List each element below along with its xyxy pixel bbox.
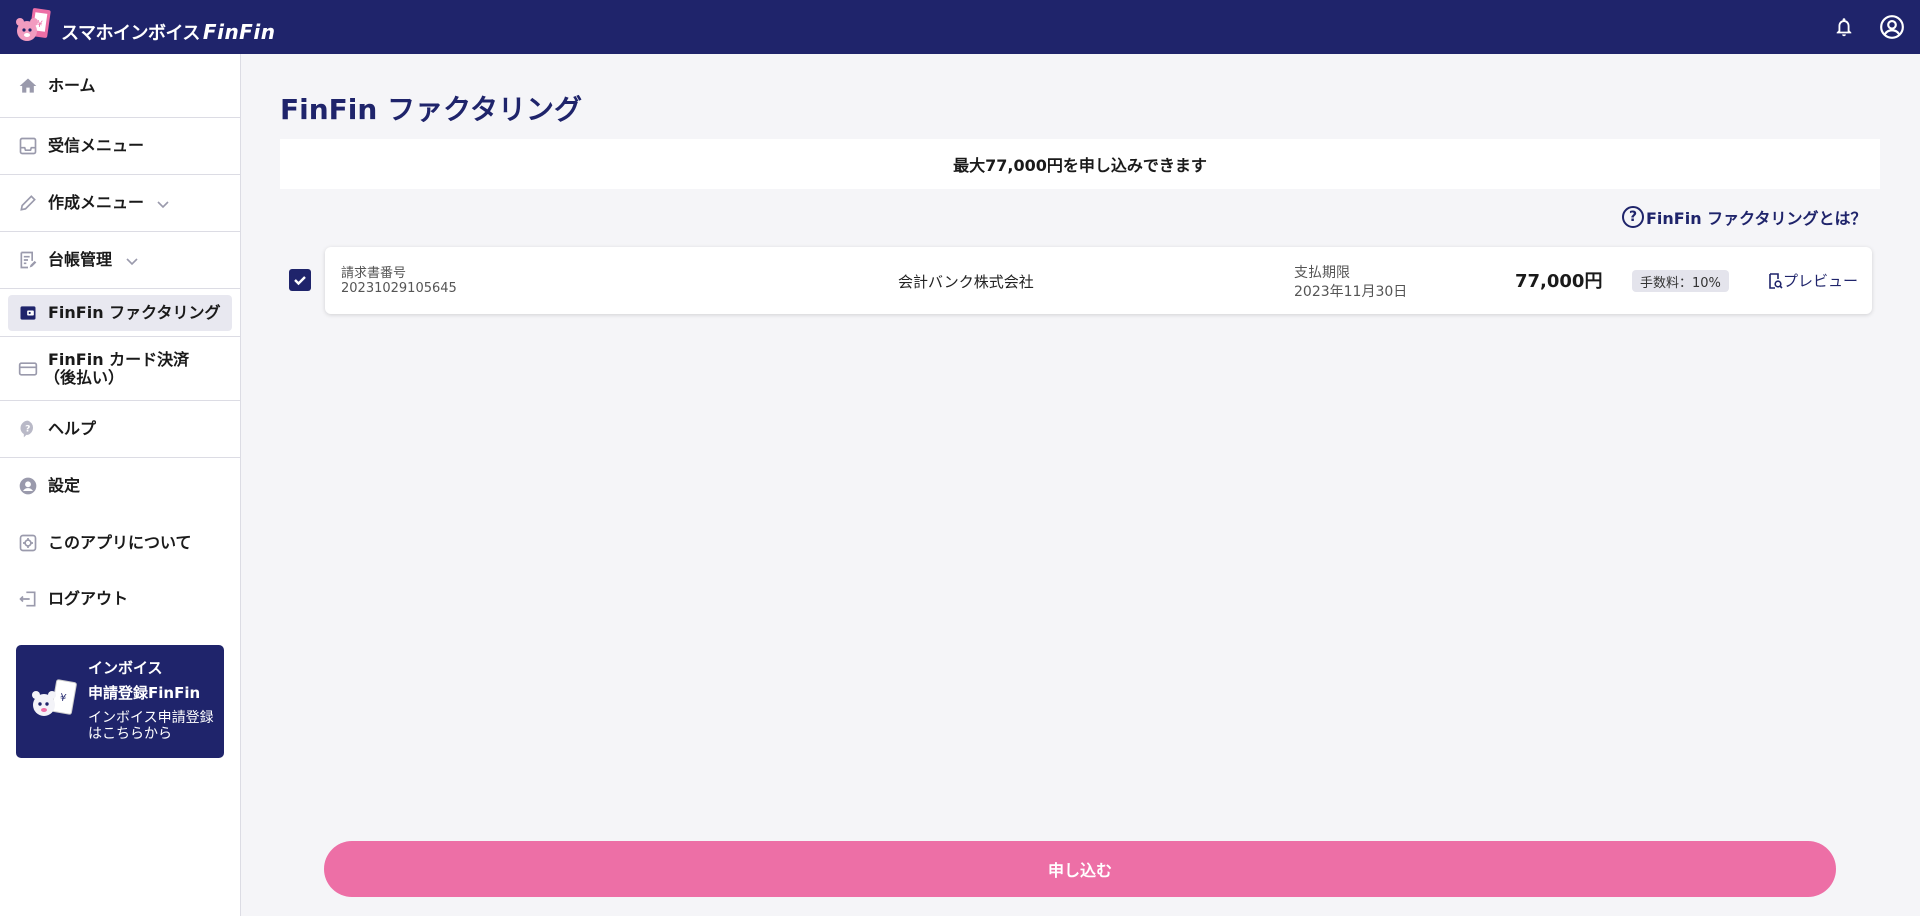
sidebar-item-card-payment[interactable]: FinFin カード決済 （後払い） <box>0 337 240 401</box>
ledger-icon <box>18 250 38 270</box>
logout-icon <box>18 589 38 609</box>
invoice-amount: 77,000円 <box>1515 271 1603 292</box>
due-date-label: 支払期限 <box>1294 265 1350 281</box>
sidebar-item-label: ログアウト <box>48 589 129 608</box>
sidebar-item-label-line2: （後払い） <box>44 368 125 387</box>
invoice-checkbox[interactable] <box>289 269 311 291</box>
mascot-invoice-icon: ¥ <box>30 679 80 725</box>
sidebar-item-label: このアプリについて <box>48 533 192 552</box>
chevron-down-icon <box>126 258 138 266</box>
document-search-icon <box>1769 272 1783 289</box>
page-title: FinFin ファクタリング <box>280 93 582 126</box>
check-icon <box>294 276 306 286</box>
promo-title: インボイス 申請登録FinFin <box>88 656 200 706</box>
sidebar-item-label: 作成メニュー <box>48 193 145 212</box>
sidebar-item-inbox[interactable]: 受信メニュー <box>0 118 240 175</box>
app-logo[interactable]: ¥ スマホインボイス FinFin <box>15 7 275 47</box>
sidebar-item-settings[interactable]: 設定 <box>0 458 240 515</box>
sidebar-item-label: ホーム <box>48 76 96 95</box>
svg-text:?: ? <box>25 424 30 435</box>
logo-name: スマホインボイス <box>61 23 200 44</box>
sidebar-item-logout[interactable]: ログアウト <box>0 571 240 627</box>
invoice-registration-promo[interactable]: ¥ インボイス 申請登録FinFin インボイス申請登録はこちらから <box>16 645 224 758</box>
wallet-icon <box>18 303 38 323</box>
sidebar-item-label: FinFin カード決済 <box>48 350 190 369</box>
help-icon: ? <box>18 419 38 439</box>
apply-button[interactable]: 申し込む <box>324 841 1836 897</box>
sidebar-item-help[interactable]: ? ヘルプ <box>0 401 240 458</box>
sidebar-item-home[interactable]: ホーム <box>0 54 240 118</box>
sidebar-item-factoring[interactable]: FinFin ファクタリング <box>0 289 240 337</box>
sidebar-item-label: ヘルプ <box>48 419 97 438</box>
about-factoring-label: FinFin ファクタリングとは？ <box>1646 209 1867 228</box>
credit-card-icon <box>18 359 38 379</box>
invoice-row[interactable]: 請求書番号 20231029105645 会計バンク株式会社 支払期限 2023… <box>325 247 1872 314</box>
pencil-icon <box>18 193 38 213</box>
limit-banner: 最大77,000円を申し込みできます <box>280 139 1880 189</box>
invoice-number-label: 請求書番号 <box>341 266 407 281</box>
sidebar-item-label: FinFin ファクタリング <box>48 303 221 322</box>
invoice-number: 20231029105645 <box>341 281 457 296</box>
sidebar-item-ledger[interactable]: 台帳管理 <box>0 232 240 289</box>
sidebar-item-label: 設定 <box>48 476 81 495</box>
promo-subtitle: インボイス申請登録はこちらから <box>88 710 214 742</box>
account-circle-icon[interactable] <box>1877 12 1907 42</box>
preview-button[interactable]: プレビュー <box>1767 270 1858 291</box>
about-factoring-link[interactable]: ? FinFin ファクタリングとは？ <box>1622 205 1867 229</box>
app-header: ¥ スマホインボイス FinFin <box>0 0 1920 54</box>
preview-label: プレビュー <box>1783 272 1859 290</box>
home-icon <box>18 76 38 96</box>
inbox-icon <box>18 136 38 156</box>
logo-brand: FinFin <box>202 20 276 44</box>
bell-icon[interactable] <box>1829 12 1859 42</box>
logo-text: スマホインボイス FinFin <box>61 19 275 45</box>
user-circle-icon <box>18 476 38 496</box>
mascot-logo-icon: ¥ <box>15 7 59 47</box>
fee-badge: 手数料：10% <box>1632 270 1729 292</box>
sidebar: ホーム 受信メニュー 作成メニュー 台帳管理 FinFin ファクタリング Fi… <box>0 54 241 916</box>
sidebar-item-label: 台帳管理 <box>48 250 113 269</box>
app-info-icon <box>18 533 38 553</box>
promo-title-line2: 申請登録FinFin <box>88 684 201 702</box>
chevron-down-icon <box>157 201 169 209</box>
due-date: 2023年11月30日 <box>1294 284 1408 300</box>
sidebar-item-about-app[interactable]: このアプリについて <box>0 515 240 571</box>
invoice-company: 会計バンク株式会社 <box>898 273 1034 291</box>
promo-title-line1: インボイス <box>88 659 163 677</box>
question-circle-icon: ? <box>1622 206 1644 228</box>
sidebar-item-create[interactable]: 作成メニュー <box>0 175 240 232</box>
sidebar-item-label: 受信メニュー <box>48 136 145 155</box>
